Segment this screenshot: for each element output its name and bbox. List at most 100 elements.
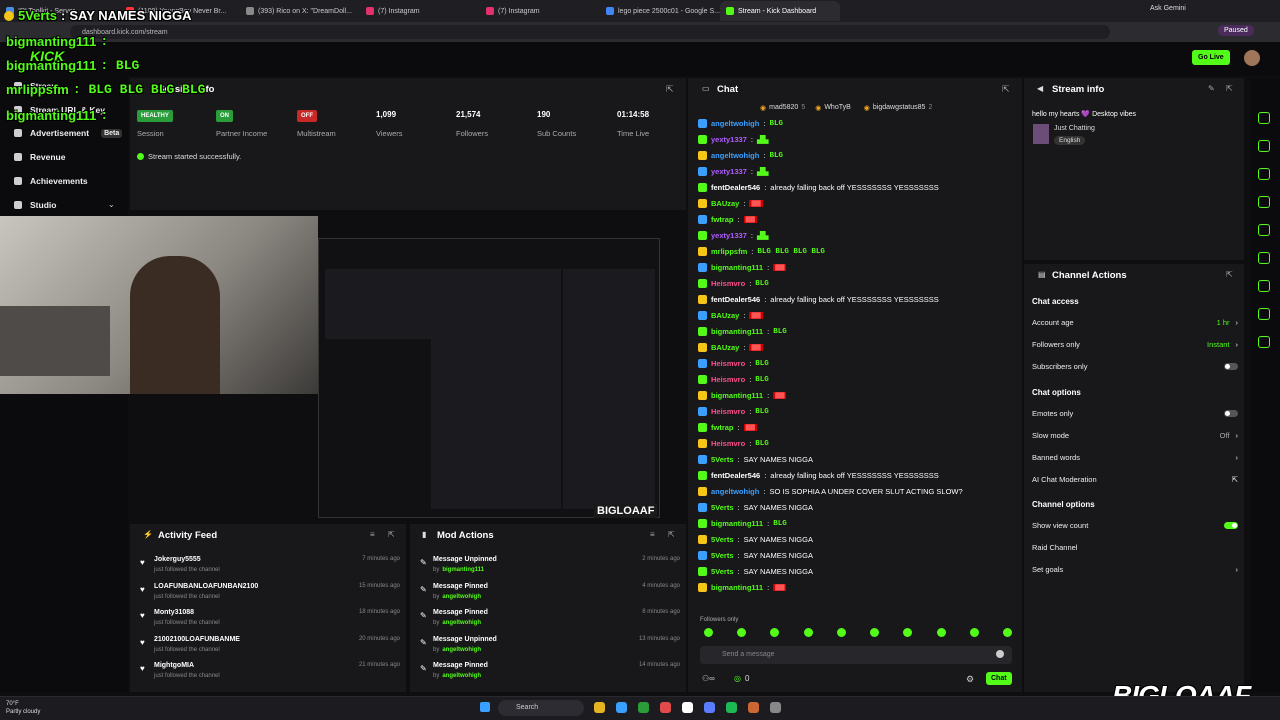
mod-username[interactable]: angeltwohigh xyxy=(442,673,481,679)
chat-username[interactable]: Heismvro xyxy=(711,279,745,288)
emote-icon[interactable] xyxy=(936,628,946,637)
toggle-switch[interactable] xyxy=(1224,410,1238,417)
channel-action-control[interactable]: ⇱ xyxy=(1232,475,1238,484)
chat-message[interactable]: angeltwohigh: SO IS SOPHIA A UNDER COVER … xyxy=(698,487,963,496)
chat-username[interactable]: bigmanting111 xyxy=(711,391,763,400)
chat-username[interactable]: bigmanting111 xyxy=(711,263,763,272)
chat-username[interactable]: BAUzay xyxy=(711,199,739,208)
chat-message[interactable]: 5Verts: SAY NAMES NIGGA xyxy=(698,551,813,560)
chat-message[interactable]: angeltwohigh: BLG xyxy=(698,151,783,160)
chat-username[interactable]: 5Verts xyxy=(711,567,734,576)
go-live-button[interactable]: Go Live xyxy=(1192,50,1230,65)
chat-username[interactable]: angeltwohigh xyxy=(711,151,759,160)
feed-name[interactable]: LOAFUNBANLOAFUNBAN2100 xyxy=(154,583,258,590)
chat-message[interactable]: fentDealer546: already falling back off Y… xyxy=(698,183,939,192)
chat-message[interactable]: fwtrap: ▇▇ xyxy=(698,215,757,224)
taskbar-app-icon[interactable] xyxy=(748,702,759,713)
tag-icon[interactable] xyxy=(1258,336,1270,348)
chat-message[interactable]: BAUzay: ▇▇ xyxy=(698,311,763,320)
chat-username[interactable]: bigmanting111 xyxy=(711,327,763,336)
sidebar-item-studio[interactable]: Studio xyxy=(14,200,56,210)
chat-username[interactable]: fentDealer546 xyxy=(711,471,760,480)
chat-message[interactable]: yexty1337: ▟▙ xyxy=(698,135,769,144)
chat-username[interactable]: bigmanting111 xyxy=(711,519,763,528)
emote-icon[interactable] xyxy=(770,628,780,637)
chat-message[interactable]: mrlippsfm: BLG BLG BLG BLG xyxy=(698,247,825,256)
chat-message[interactable]: yexty1337: ▟▙ xyxy=(698,231,769,240)
wrench-icon[interactable] xyxy=(1258,280,1270,292)
chat-message[interactable]: 5Verts: SAY NAMES NIGGA xyxy=(698,535,813,544)
chat-username[interactable]: 5Verts xyxy=(711,551,734,560)
ask-gemini-button[interactable]: Ask Gemini xyxy=(1150,5,1186,12)
chat-message[interactable]: 5Verts: SAY NAMES NIGGA xyxy=(698,455,813,464)
emote-icon[interactable] xyxy=(836,628,846,637)
chat-input[interactable]: Send a message xyxy=(700,646,1012,664)
channel-action-row[interactable]: Followers only Instant › xyxy=(1032,340,1238,349)
pinned-user[interactable]: ◉ mad5820 5 xyxy=(760,104,805,112)
taskbar-app-icon[interactable] xyxy=(704,702,715,713)
chat-message[interactable]: fwtrap: ▇▇ xyxy=(698,423,757,432)
filter-icon[interactable]: ≡ xyxy=(370,530,375,539)
chat-username[interactable]: 5Verts xyxy=(711,503,734,512)
emoji-icon[interactable] xyxy=(996,650,1004,658)
channel-action-row[interactable]: Banned words › xyxy=(1032,453,1238,462)
taskbar-app-icon[interactable] xyxy=(594,702,605,713)
taskbar-app-icon[interactable] xyxy=(638,702,649,713)
card-icon[interactable] xyxy=(1258,168,1270,180)
browser-tab[interactable]: Stream - Kick Dashboard xyxy=(720,1,840,21)
taskbar-app-icon[interactable] xyxy=(660,702,671,713)
sliders-icon[interactable] xyxy=(1258,224,1270,236)
url-field[interactable]: dashboard.kick.com/stream xyxy=(70,25,1110,39)
chat-username[interactable]: fentDealer546 xyxy=(711,183,760,192)
taskbar-search[interactable]: Search xyxy=(498,700,584,716)
sidebar-item-advertisement[interactable]: Advertisement Beta xyxy=(14,128,123,138)
taskbar-app-icon[interactable] xyxy=(726,702,737,713)
popout-icon[interactable]: ⇱ xyxy=(388,530,395,539)
chat-username[interactable]: Heismvro xyxy=(711,375,745,384)
chat-username[interactable]: BAUzay xyxy=(711,343,739,352)
feed-name[interactable]: 21002100LOAFUNBANME xyxy=(154,636,240,643)
channel-action-row[interactable]: Account age 1 hr › xyxy=(1032,318,1238,327)
chat-message[interactable]: Heismvro: BLG xyxy=(698,375,769,384)
channel-action-row[interactable]: Subscribers only xyxy=(1032,362,1238,371)
channel-action-control[interactable] xyxy=(1224,522,1238,529)
chat-message[interactable]: 5Verts: SAY NAMES NIGGA xyxy=(698,503,813,512)
browser-tab[interactable]: (7) Instagram xyxy=(480,1,600,21)
chat-message[interactable]: yexty1337: ▟▙ xyxy=(698,167,769,176)
channel-action-control[interactable]: Instant › xyxy=(1207,340,1238,349)
stream-icon[interactable] xyxy=(1258,112,1270,124)
chat-username[interactable]: Heismvro xyxy=(711,439,745,448)
chat-message[interactable]: bigmanting111: ▇▇ xyxy=(698,263,787,272)
toggle-switch[interactable] xyxy=(1224,522,1238,529)
emote-icon[interactable] xyxy=(870,628,880,637)
chat-message[interactable]: Heismvro: BLG xyxy=(698,439,769,448)
weather-widget[interactable]: 70°F Partly cloudy xyxy=(6,700,40,716)
chat-message[interactable]: bigmanting111: ▇▇ xyxy=(698,391,787,400)
chat-icon[interactable] xyxy=(1258,196,1270,208)
send-chat-button[interactable]: Chat xyxy=(986,672,1012,685)
taskbar-app-icon[interactable] xyxy=(616,702,627,713)
channel-action-row[interactable]: Set goals › xyxy=(1032,565,1238,574)
feed-name[interactable]: MightgoMIA xyxy=(154,662,194,669)
emote-icon[interactable] xyxy=(903,628,913,637)
popout-icon[interactable]: ⇱ xyxy=(1002,84,1010,95)
chat-message[interactable]: fentDealer546: already falling back off Y… xyxy=(698,471,939,480)
chat-username[interactable]: yexty1337 xyxy=(711,135,747,144)
mod-username[interactable]: angeltwohigh xyxy=(442,594,481,600)
chat-message[interactable]: BAUzay: ▇▇ xyxy=(698,199,763,208)
category-name[interactable]: Just Chatting xyxy=(1054,125,1095,132)
emote-icon[interactable] xyxy=(969,628,979,637)
mod-username[interactable]: angeltwohigh xyxy=(442,647,481,653)
pinned-user[interactable]: ◉ WhoTyB xyxy=(815,104,854,112)
channel-action-control[interactable]: 1 hr › xyxy=(1217,318,1238,327)
chat-username[interactable]: 5Verts xyxy=(711,535,734,544)
chat-message[interactable]: BAUzay: ▇▇ xyxy=(698,343,763,352)
chat-message[interactable]: Heismvro: BLG xyxy=(698,359,769,368)
users-icon[interactable] xyxy=(1258,308,1270,320)
channel-action-control[interactable]: Off › xyxy=(1220,431,1238,440)
chat-message[interactable]: fentDealer546: already falling back off Y… xyxy=(698,295,939,304)
chat-username[interactable]: yexty1337 xyxy=(711,231,747,240)
mod-username[interactable]: angeltwohigh xyxy=(442,620,481,626)
edit-icon[interactable]: ✎ xyxy=(1208,84,1215,93)
chat-message[interactable]: Heismvro: BLG xyxy=(698,279,769,288)
